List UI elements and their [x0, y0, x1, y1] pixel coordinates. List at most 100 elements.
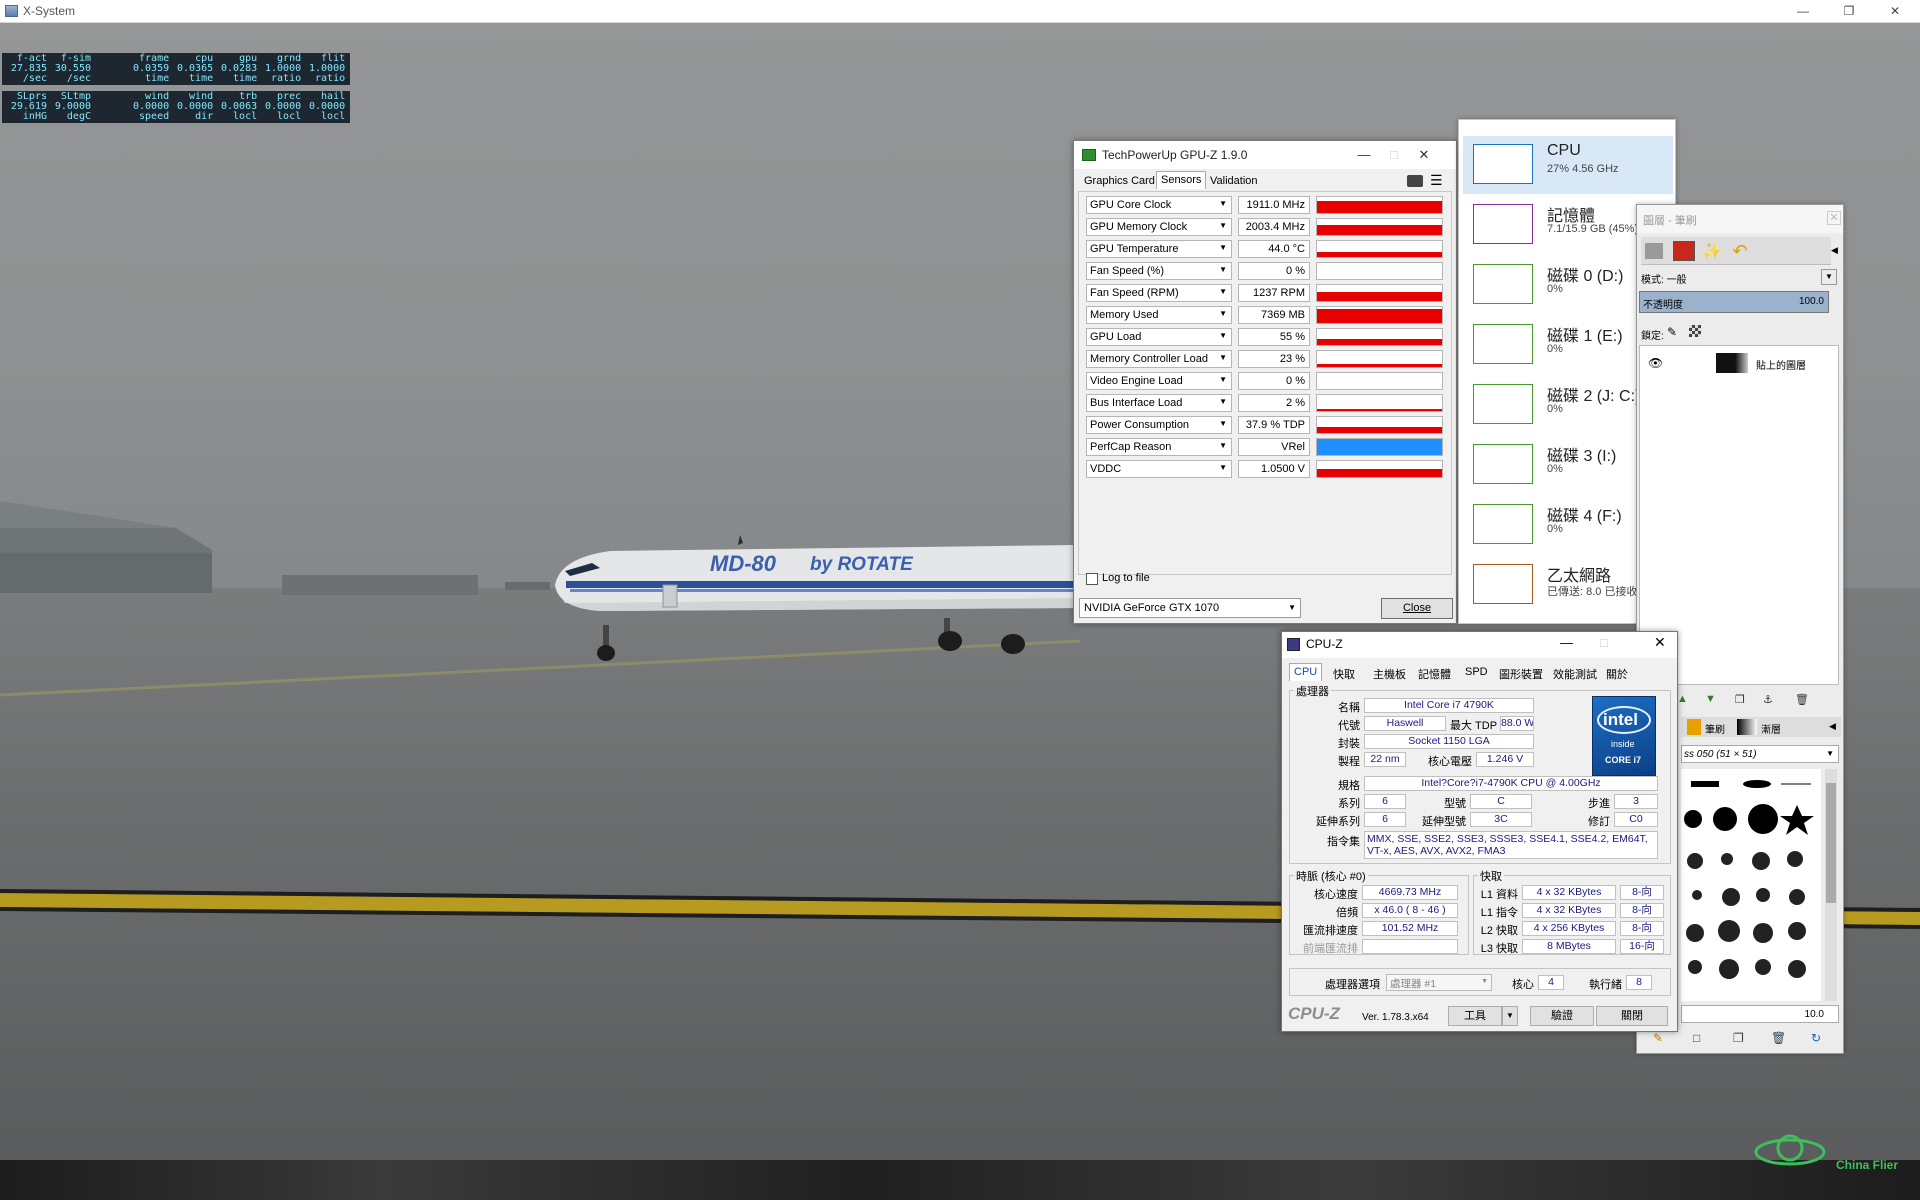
multiplier-field: x 46.0 ( 8 - 46 )	[1362, 903, 1458, 918]
gpuz-close-button[interactable]: Close	[1381, 598, 1453, 619]
cpuz-tab-mainboard[interactable]: 主機板	[1369, 664, 1410, 682]
new-brush-icon[interactable]: □	[1693, 1031, 1700, 1045]
eye-icon[interactable]: 👁	[1648, 356, 1663, 370]
gpuz-tab-graphics-card[interactable]: Graphics Card	[1080, 173, 1159, 191]
restore-button[interactable]: ❐	[1826, 0, 1872, 23]
brush-dock-menu-icon[interactable]: ◀	[1829, 721, 1836, 732]
processor-group: 處理器 名稱 Intel Core i7 4790K 代號 Haswell 最大…	[1289, 683, 1671, 864]
gimp-dock-tabs: ✨ ↶	[1641, 237, 1831, 265]
layers-icon[interactable]	[1673, 241, 1695, 261]
cpuz-tab-graphics[interactable]: 圖形裝置	[1495, 664, 1547, 682]
brush-scrollbar[interactable]	[1825, 769, 1837, 1001]
cpuz-tab-bench[interactable]: 效能測試	[1549, 664, 1601, 682]
family-label: 系列	[1338, 798, 1360, 810]
tool-options-icon[interactable]	[1645, 243, 1663, 259]
data-output-panel-2: SLprs SLtmp wind wind trb prec hail 29.619 9.00…	[2, 91, 351, 123]
delete-brush-icon[interactable]: 🗑	[1771, 1031, 1786, 1045]
sensor-name-dropdown[interactable]: Fan Speed (RPM) ▼	[1086, 284, 1232, 302]
sensor-name-dropdown[interactable]: Bus Interface Load ▼	[1086, 394, 1232, 412]
mode-dropdown-chevron-icon[interactable]: ▼	[1821, 269, 1837, 285]
gpuz-tab-sensors[interactable]: Sensors	[1156, 171, 1207, 189]
gradients-tab[interactable]: 漸層	[1761, 721, 1781, 736]
sensor-name-dropdown[interactable]: Fan Speed (%) ▼	[1086, 262, 1232, 280]
cpuz-tab-cpu[interactable]: CPU	[1289, 663, 1323, 681]
brushes-tab[interactable]: 筆刷	[1705, 721, 1725, 736]
tools-dropdown-icon[interactable]: ▼	[1502, 1006, 1518, 1026]
cpuz-minimize-button[interactable]: —	[1560, 635, 1573, 650]
minimize-button[interactable]: —	[1780, 0, 1826, 23]
gpuz-maximize-button[interactable]: □	[1380, 145, 1408, 165]
sensor-graph	[1316, 306, 1443, 324]
raise-layer-icon[interactable]: ▲	[1677, 693, 1688, 705]
undo-icon[interactable]: ↶	[1729, 241, 1751, 261]
sensor-name-dropdown[interactable]: GPU Load ▼	[1086, 328, 1232, 346]
intel-core-i7-logo: intel inside CORE i7	[1592, 696, 1656, 776]
cores-field: 4	[1538, 975, 1564, 990]
spacing-field[interactable]: 10.0	[1681, 1005, 1839, 1023]
duplicate-layer-icon[interactable]: ❐	[1735, 693, 1745, 706]
chevron-down-icon: ▼	[1481, 978, 1488, 985]
sensor-name-dropdown[interactable]: PerfCap Reason ▼	[1086, 438, 1232, 456]
menu-icon[interactable]: ☰	[1430, 173, 1443, 187]
edit-brush-icon[interactable]: ✎	[1653, 1031, 1663, 1045]
paths-icon[interactable]: ✨	[1701, 241, 1723, 261]
cpuz-close-button[interactable]: 關閉	[1596, 1006, 1668, 1026]
cpuz-close-x-button[interactable]: ✕	[1654, 634, 1666, 651]
camera-icon[interactable]	[1407, 175, 1423, 187]
gpuz-minimize-button[interactable]: —	[1350, 145, 1378, 165]
sensor-name-dropdown[interactable]: Memory Used ▼	[1086, 306, 1232, 324]
cpuz-app-icon	[1287, 638, 1300, 651]
cpuz-version: Ver. 1.78.3.x64	[1362, 1012, 1429, 1023]
processor-select[interactable]: 處理器 #1 ▼	[1386, 974, 1492, 991]
sensor-name-dropdown[interactable]: Memory Controller Load ▼	[1086, 350, 1232, 368]
sensor-name-dropdown[interactable]: GPU Temperature ▼	[1086, 240, 1232, 258]
duplicate-brush-icon[interactable]: ❐	[1733, 1031, 1744, 1045]
gpu-select-dropdown[interactable]: NVIDIA GeForce GTX 1070 ▼	[1079, 598, 1301, 618]
chevron-down-icon: ▼	[1219, 397, 1227, 406]
refresh-brushes-icon[interactable]: ↻	[1811, 1031, 1821, 1045]
l1-data-field: 4 x 32 KBytes	[1522, 885, 1616, 900]
sensor-name-dropdown[interactable]: Video Engine Load ▼	[1086, 372, 1232, 390]
ext-model-field: 3C	[1470, 812, 1532, 827]
dock-menu-icon[interactable]: ◀	[1831, 245, 1838, 256]
validate-button[interactable]: 驗證	[1530, 1006, 1594, 1026]
patterns-tab-icon[interactable]	[1687, 719, 1701, 735]
lower-layer-icon[interactable]: ▼	[1705, 693, 1716, 705]
gimp-dock-title: 圖層 - 筆刷	[1643, 215, 1697, 227]
perf-item-sub: 0%	[1547, 283, 1563, 295]
sensor-name: Power Consumption	[1090, 419, 1190, 431]
cpuz-tab-spd[interactable]: SPD	[1461, 664, 1492, 682]
cpuz-tab-memory[interactable]: 記憶體	[1414, 664, 1455, 682]
layer-name: 貼上的圖層	[1756, 361, 1806, 372]
anchor-layer-icon[interactable]: ⚓	[1763, 693, 1773, 706]
layer-row[interactable]: 👁 貼上的圖層	[1640, 350, 1838, 376]
cpuz-tab-about[interactable]: 關於	[1602, 664, 1632, 682]
cpuz-tab-cache[interactable]: 快取	[1329, 664, 1359, 682]
brush-name-field[interactable]: ss 050 (51 × 51) ▼	[1681, 745, 1839, 763]
svg-text:by ROTATE: by ROTATE	[810, 554, 914, 575]
sensor-name-dropdown[interactable]: GPU Core Clock ▼	[1086, 196, 1232, 214]
brush-grid[interactable]	[1681, 769, 1821, 1001]
l1-inst-way: 8-向	[1620, 903, 1664, 918]
sensor-name-dropdown[interactable]: GPU Memory Clock ▼	[1086, 218, 1232, 236]
dataout-unit: speed	[139, 111, 170, 122]
gpuz-tab-validation[interactable]: Validation	[1206, 173, 1262, 191]
opacity-label: 不透明度	[1643, 300, 1683, 311]
gpuz-close-x-button[interactable]: ✕	[1410, 145, 1438, 165]
gimp-dock-close-icon[interactable]: ✕	[1827, 211, 1841, 225]
delete-layer-icon[interactable]: 🗑	[1795, 693, 1809, 706]
opacity-slider[interactable]: 不透明度 100.0	[1639, 291, 1829, 313]
cpuz-maximize-button[interactable]: □	[1600, 635, 1608, 650]
brush-scrollbar-thumb[interactable]	[1826, 783, 1836, 903]
sensor-graph-fill	[1317, 292, 1442, 301]
lock-pixels-icon[interactable]: ✎	[1667, 325, 1677, 339]
sensor-name-dropdown[interactable]: Power Consumption ▼	[1086, 416, 1232, 434]
close-button[interactable]: ✕	[1872, 0, 1918, 23]
perf-item[interactable]: CPU 27% 4.56 GHz	[1463, 136, 1673, 194]
log-to-file-checkbox[interactable]	[1086, 573, 1098, 585]
lock-alpha-icon[interactable]	[1689, 325, 1701, 337]
fsb-field	[1362, 939, 1458, 954]
tools-button[interactable]: 工具	[1448, 1006, 1502, 1026]
sensor-name-dropdown[interactable]: VDDC ▼	[1086, 460, 1232, 478]
sensor-graph	[1316, 262, 1443, 280]
